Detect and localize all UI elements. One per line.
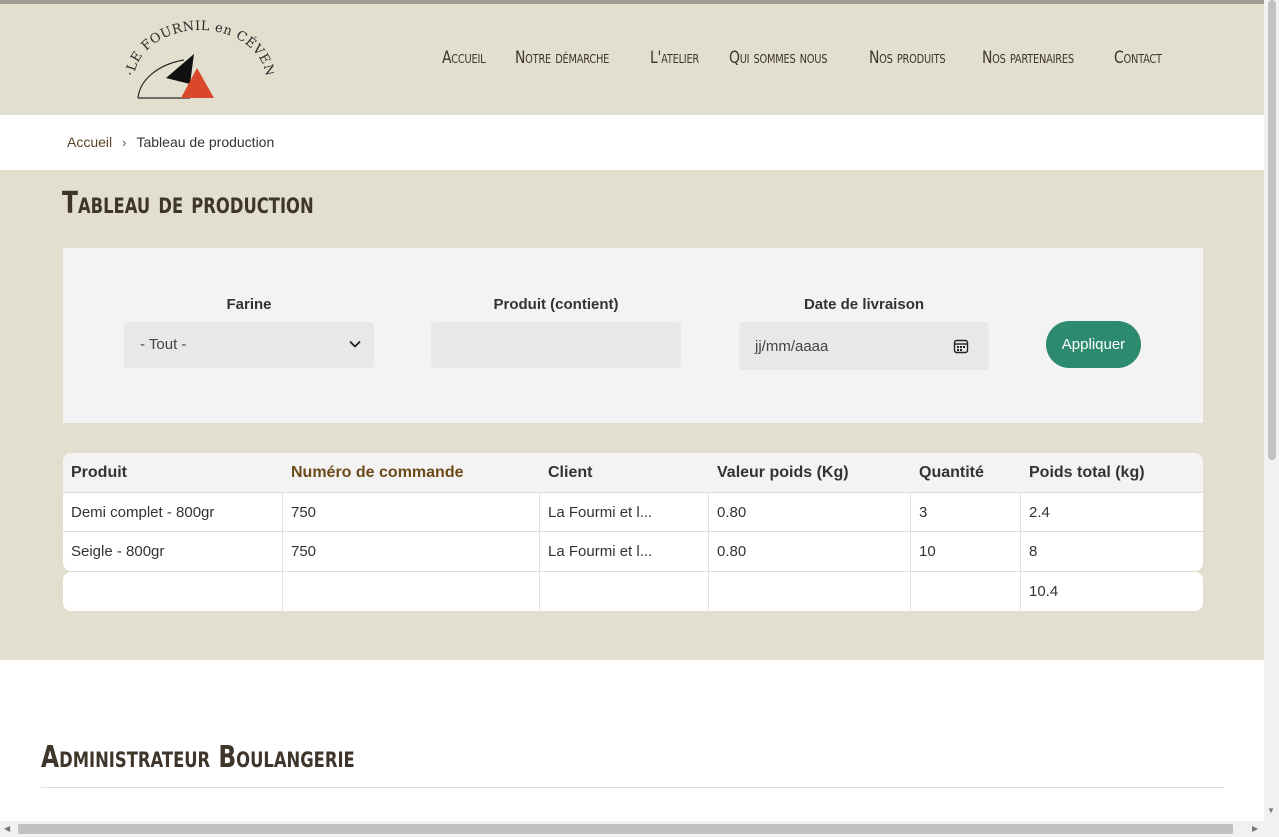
table-row: Seigle - 800gr 750 La Fourmi et l... 0.8…: [63, 532, 1203, 571]
chevron-down-icon: [349, 340, 361, 348]
flour-select-value: - Tout -: [140, 336, 187, 353]
cell-valeur-poids: 0.80: [709, 532, 911, 571]
flour-filter-label: Farine: [226, 296, 272, 313]
scroll-left-arrow-icon[interactable]: ◀: [4, 824, 10, 833]
scroll-right-arrow-icon[interactable]: ▶: [1252, 824, 1258, 833]
column-header-quantite: Quantité: [919, 463, 984, 481]
column-header-produit: Produit: [71, 463, 127, 481]
cell-quantite: 10: [911, 532, 1021, 571]
flour-filter: Farine - Tout -: [124, 296, 374, 368]
nav-item-notre-demarche[interactable]: Notre démarche: [515, 48, 609, 68]
total-empty-cell: [63, 572, 283, 611]
nav-item-nos-partenaires[interactable]: Nos partenaires: [982, 48, 1074, 68]
column-header-numero-commande[interactable]: Numéro de commande: [283, 453, 540, 492]
product-input[interactable]: [431, 322, 681, 368]
main-content: Tableau de production Farine - Tout - Pr…: [0, 170, 1264, 660]
breadcrumb-current: Tableau de production: [136, 134, 275, 150]
production-table: Produit Numéro de commande Client Valeur…: [63, 453, 1203, 611]
main-nav: Accueil Notre démarche L'atelier Qui som…: [442, 48, 1173, 68]
product-filter: Produit (contient): [431, 296, 681, 368]
flour-select[interactable]: - Tout -: [124, 322, 374, 368]
date-filter-label: Date de livraison: [803, 296, 925, 313]
table-header-row: Produit Numéro de commande Client Valeur…: [63, 453, 1203, 493]
site-header: ·LE FOURNIL en CÉVENNES· Accueil Notre d…: [0, 4, 1264, 115]
cell-poids-total: 8: [1029, 543, 1038, 560]
nav-item-atelier[interactable]: L'atelier: [650, 48, 699, 68]
site-logo[interactable]: ·LE FOURNIL en CÉVENNES·: [124, 18, 274, 104]
filter-form: Farine - Tout - Produit (contient) Date …: [63, 248, 1203, 423]
table-total-row: 10.4: [63, 572, 1203, 611]
cell-poids-total: 2.4: [1029, 503, 1050, 521]
admin-section-title: Administrateur Boulangerie: [41, 740, 355, 775]
cell-client: La Fourmi et l...: [540, 532, 709, 571]
column-header-valeur-poids: Valeur poids (Kg): [717, 463, 849, 481]
total-empty-cell: [911, 572, 1021, 611]
cell-client: La Fourmi et l...: [540, 493, 709, 531]
horizontal-scrollbar-thumb[interactable]: [18, 824, 1233, 834]
column-header-client: Client: [548, 463, 593, 481]
section-divider: [41, 787, 1224, 788]
nav-item-qui-sommes-nous[interactable]: Qui sommes nous: [729, 48, 827, 68]
column-header-poids-total: Poids total (kg): [1029, 463, 1145, 481]
cell-numero-commande: 750: [283, 532, 540, 571]
apply-button[interactable]: Appliquer: [1046, 321, 1141, 368]
total-empty-cell: [709, 572, 911, 611]
horizontal-scrollbar[interactable]: ◀ ▶: [0, 821, 1279, 837]
scroll-down-arrow-icon[interactable]: ▼: [1267, 806, 1275, 815]
total-empty-cell: [540, 572, 709, 611]
breadcrumb: Accueil › Tableau de production: [67, 134, 274, 150]
cell-numero-commande: 750: [283, 493, 540, 531]
table-row: Demi complet - 800gr 750 La Fourmi et l.…: [63, 493, 1203, 532]
nav-item-nos-produits[interactable]: Nos produits: [869, 48, 946, 68]
nav-item-accueil[interactable]: Accueil: [442, 48, 486, 68]
total-empty-cell: [283, 572, 540, 611]
cell-quantite: 3: [911, 493, 1021, 531]
date-input-placeholder: jj/mm/aaaa: [755, 338, 829, 355]
date-filter: Date de livraison jj/mm/aaaa: [739, 296, 989, 370]
total-weight: 10.4: [1029, 583, 1059, 600]
page-title: Tableau de production: [62, 186, 314, 221]
cell-valeur-poids: 0.80: [709, 493, 911, 531]
nav-item-contact[interactable]: Contact: [1114, 48, 1162, 68]
cell-produit: Demi complet - 800gr: [63, 493, 283, 531]
vertical-scrollbar-thumb[interactable]: [1268, 0, 1276, 460]
svg-text:·LE FOURNIL en CÉVENNES·: ·LE FOURNIL en CÉVENNES·: [124, 18, 274, 78]
cell-produit: Seigle - 800gr: [63, 532, 283, 571]
breadcrumb-home-link[interactable]: Accueil: [67, 134, 112, 150]
date-input[interactable]: jj/mm/aaaa: [739, 322, 989, 370]
breadcrumb-chevron-icon: ›: [122, 134, 127, 150]
product-filter-label: Produit (contient): [493, 296, 619, 313]
calendar-icon[interactable]: [953, 338, 969, 354]
vertical-scrollbar[interactable]: ▼: [1264, 0, 1279, 821]
